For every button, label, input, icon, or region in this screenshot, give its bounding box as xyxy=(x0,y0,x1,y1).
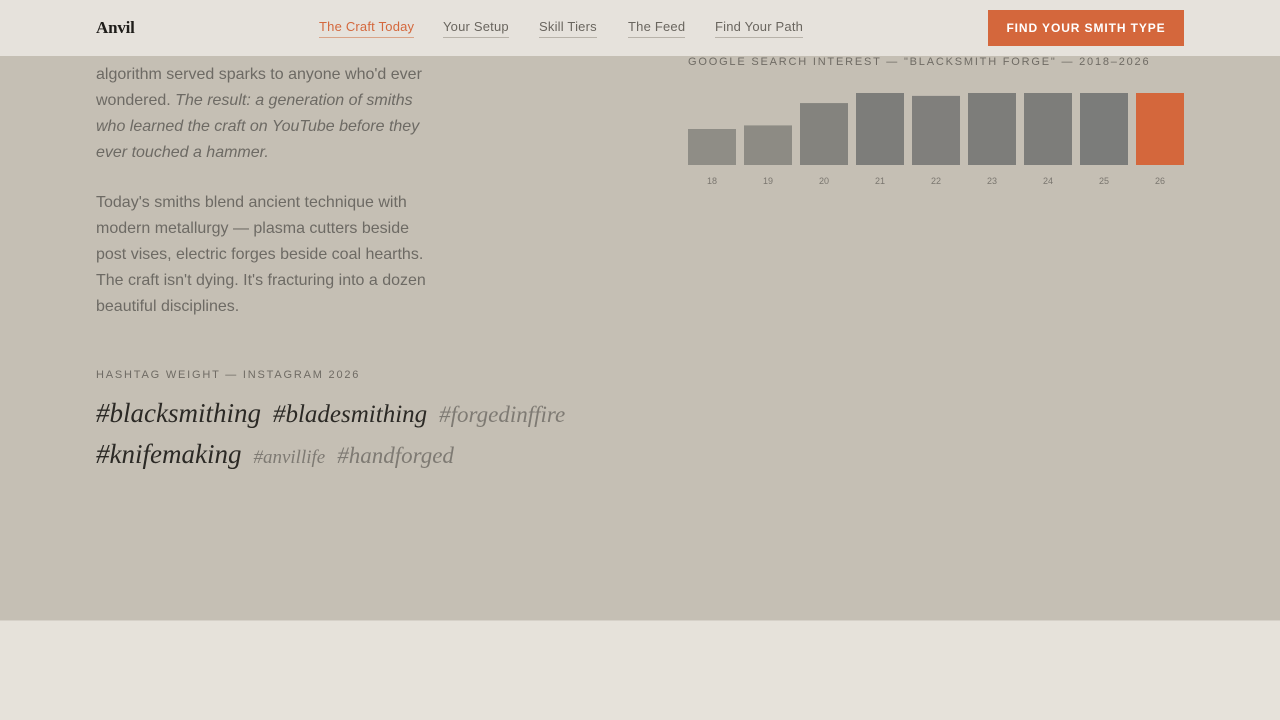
hashtag-handforged: #handforged xyxy=(337,443,454,468)
page: algorithm served sparks to anyone who'd … xyxy=(0,0,1280,720)
bar-23 xyxy=(968,93,1016,165)
bar-20 xyxy=(800,103,848,165)
hashtag-weight-label: Hashtag Weight — Instagram 2026 xyxy=(96,369,361,381)
x-tick-label-25: 25 xyxy=(1099,176,1109,186)
bar-22 xyxy=(912,95,960,165)
nav-link-the-feed[interactable]: The Feed xyxy=(628,19,686,38)
article-body: algorithm served sparks to anyone who'd … xyxy=(96,62,441,320)
x-tick-label-18: 18 xyxy=(707,176,717,186)
hashtag-cloud: #blacksmithing #bladesmithing #forgedinffi… xyxy=(96,398,616,470)
nav-link-your-setup[interactable]: Your Setup xyxy=(443,19,509,38)
search-interest-chart: 18 19 20 21 22 23 24 25 26 xyxy=(688,80,1184,190)
bar-19 xyxy=(744,125,792,165)
article-paragraph-2: Today's smiths blend ancient technique w… xyxy=(96,194,426,315)
search-interest-chart-svg: 18 19 20 21 22 23 24 25 26 xyxy=(688,93,1184,186)
hashtag-knifemaking: #knifemaking xyxy=(96,439,242,469)
bar-18 xyxy=(688,129,736,165)
bar-24 xyxy=(1024,93,1072,165)
nav-link-craft-today[interactable]: The Craft Today xyxy=(319,19,415,38)
next-section xyxy=(0,620,1280,720)
hashtag-bladesmithing: #bladesmithing xyxy=(272,401,428,428)
x-tick-label-22: 22 xyxy=(931,176,941,186)
find-smith-type-button[interactable]: Find Your Smith Type xyxy=(988,10,1184,46)
craft-today-section: algorithm served sparks to anyone who'd … xyxy=(0,0,1280,620)
x-tick-label-19: 19 xyxy=(763,176,773,186)
x-tick-label-23: 23 xyxy=(987,176,997,186)
bar-25 xyxy=(1080,93,1128,165)
x-tick-label-20: 20 xyxy=(819,176,829,186)
bar-21 xyxy=(856,93,904,165)
bar-26 xyxy=(1136,93,1184,165)
x-tick-label-21: 21 xyxy=(875,176,885,186)
nav-link-skill-tiers[interactable]: Skill Tiers xyxy=(539,19,597,38)
hashtag-row: #blacksmithing #bladesmithing #forgedinffi… xyxy=(96,398,616,429)
hashtag-forgedinffire: #forgedinffire xyxy=(439,402,566,427)
site-header: Anvil The Craft Today Your Setup Skill T… xyxy=(0,0,1280,56)
hashtag-blacksmithing: #blacksmithing xyxy=(96,398,261,428)
x-tick-label-26: 26 xyxy=(1155,176,1165,186)
x-tick-label-24: 24 xyxy=(1043,176,1053,186)
hashtag-row: #knifemaking #anvillife #handforged xyxy=(96,439,616,470)
nav-link-find-your-path[interactable]: Find Your Path xyxy=(715,19,804,38)
chart-title: Google Search Interest — "Blacksmith For… xyxy=(688,56,1151,68)
hashtag-anvillife: #anvillife xyxy=(253,447,326,468)
article-paragraph-1: algorithm served sparks to anyone who'd … xyxy=(96,62,441,166)
